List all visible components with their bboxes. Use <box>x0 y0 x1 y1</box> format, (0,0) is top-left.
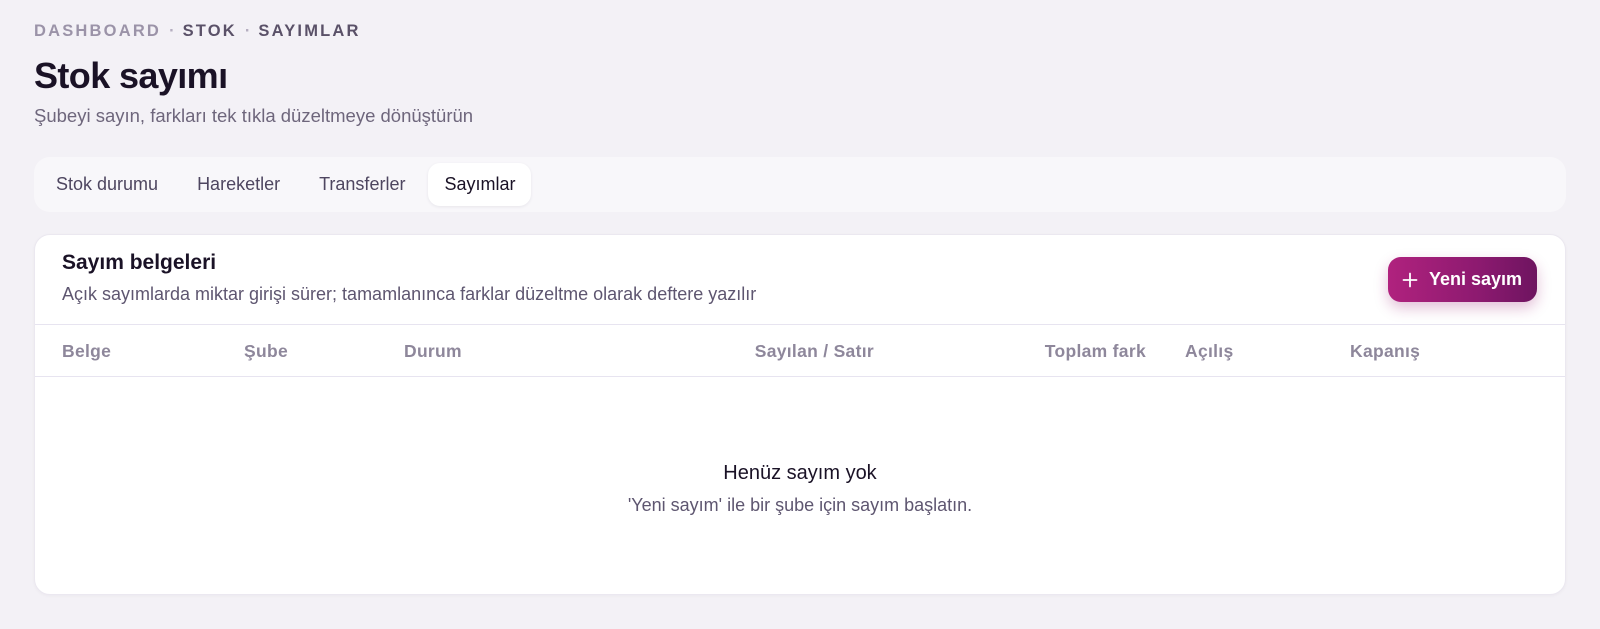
page-title: Stok sayımı <box>34 55 228 96</box>
card-title: Sayım belgeleri <box>62 251 217 274</box>
table-header: Belge Şube Durum Sayılan / Satır Toplam … <box>35 325 1565 377</box>
breadcrumb-separator: · <box>169 22 175 40</box>
tab-transferler[interactable]: Transferler <box>303 163 421 206</box>
breadcrumb-separator: · <box>244 22 251 40</box>
breadcrumb-dashboard[interactable]: DASHBOARD <box>34 22 161 41</box>
empty-state: Henüz sayım yok 'Yeni sayım' ile bir şub… <box>35 377 1565 594</box>
column-header-acilis[interactable]: Açılış <box>1185 341 1234 362</box>
page-subtitle: Şubeyi sayın, farkları tek tıkla düzeltm… <box>34 105 474 126</box>
breadcrumb: DASHBOARD · STOK · SAYIMLAR <box>34 22 361 41</box>
stock-count-page: DASHBOARD · STOK · SAYIMLAR Stok sayımı … <box>0 0 1600 629</box>
breadcrumb-sayimlar: SAYIMLAR <box>258 22 361 40</box>
breadcrumb-stok[interactable]: STOK <box>183 22 237 41</box>
column-header-toplam-fark[interactable]: Toplam fark <box>1045 341 1146 362</box>
card-header: Sayım belgeleri Açık sayımlarda miktar g… <box>35 235 1565 325</box>
column-header-sube[interactable]: Şube <box>244 341 288 362</box>
card-description: Açık sayımlarda miktar girişi sürer; tam… <box>62 284 757 304</box>
new-count-button[interactable]: Yeni sayım <box>1387 257 1537 302</box>
tab-stok-durumu[interactable]: Stok durumu <box>40 163 174 206</box>
tab-sayimlar[interactable]: Sayımlar <box>428 163 532 206</box>
count-documents-card: Sayım belgeleri Açık sayımlarda miktar g… <box>34 234 1566 595</box>
plus-icon <box>1402 272 1418 287</box>
column-header-durum[interactable]: Durum <box>404 341 462 362</box>
empty-state-description: 'Yeni sayım' ile bir şube için sayım baş… <box>627 495 973 515</box>
column-header-belge[interactable]: Belge <box>62 341 111 362</box>
new-count-button-label: Yeni sayım <box>1428 269 1522 289</box>
column-header-kapanis[interactable]: Kapanış <box>1350 341 1420 362</box>
tab-hareketler[interactable]: Hareketler <box>181 163 296 206</box>
column-header-sayilan-satir[interactable]: Sayılan / Satır <box>755 341 874 362</box>
tab-bar: Stok durumu Hareketler Transferler Sayım… <box>34 157 1566 212</box>
empty-state-title: Henüz sayım yok <box>723 462 877 484</box>
